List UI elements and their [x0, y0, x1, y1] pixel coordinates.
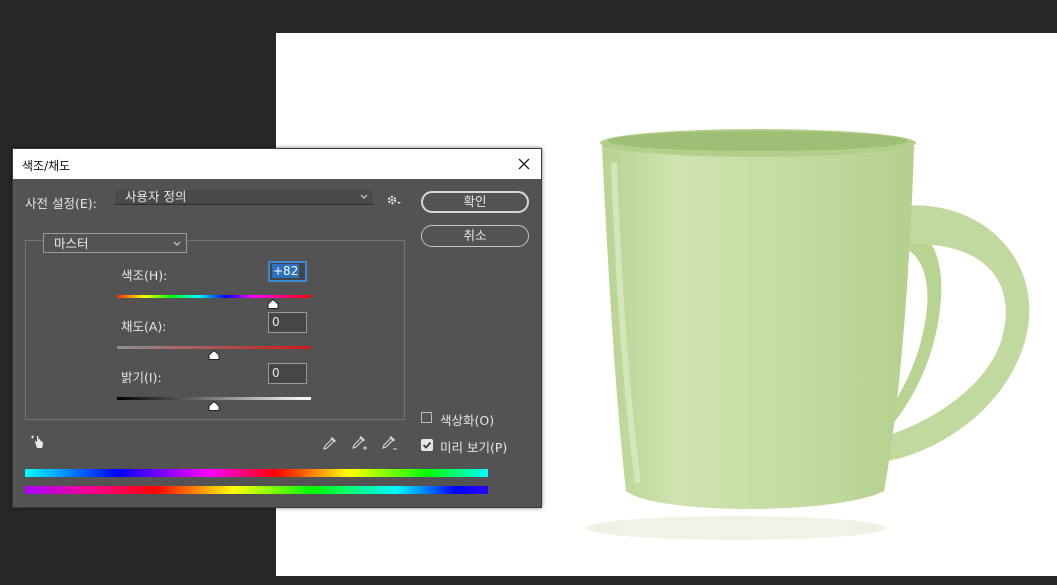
- hue-slider-thumb[interactable]: [267, 299, 279, 309]
- eyedropper-plus-icon[interactable]: [351, 434, 369, 452]
- close-button[interactable]: [513, 153, 535, 175]
- chevron-down-icon: [173, 241, 181, 246]
- preset-value: 사용자 정의: [125, 189, 187, 204]
- adjustment-group: [25, 240, 405, 420]
- hue-input[interactable]: +82: [268, 261, 307, 282]
- chevron-down-icon: [360, 194, 368, 199]
- hue-slider[interactable]: [117, 295, 311, 298]
- output-color-bar: [25, 486, 488, 494]
- lightness-slider-thumb[interactable]: [208, 401, 220, 411]
- gear-icon[interactable]: [386, 194, 402, 206]
- saturation-slider[interactable]: [117, 346, 311, 349]
- eyedropper-icon[interactable]: [321, 434, 339, 452]
- hue-label: 색조(H):: [121, 268, 168, 283]
- ok-button[interactable]: 확인: [421, 191, 529, 213]
- saturation-label: 채도(A):: [121, 319, 167, 334]
- colorize-checkbox[interactable]: [421, 412, 432, 423]
- preview-label: 미리 보기(P): [440, 440, 508, 455]
- input-color-bar: [25, 469, 488, 477]
- dialog-titlebar[interactable]: 색조/채도: [13, 149, 541, 179]
- preview-checkbox[interactable]: [421, 439, 433, 451]
- lightness-slider[interactable]: [117, 397, 311, 400]
- saturation-input[interactable]: 0: [268, 312, 307, 333]
- checkmark-icon: [422, 441, 432, 449]
- dialog-title: 색조/채도: [22, 159, 71, 173]
- cancel-button[interactable]: 취소: [421, 225, 529, 247]
- lightness-input[interactable]: 0: [268, 363, 307, 384]
- close-icon: [518, 158, 530, 170]
- preset-dropdown[interactable]: 사용자 정의: [115, 190, 373, 205]
- colorize-label: 색상화(O): [440, 413, 495, 428]
- saturation-slider-thumb[interactable]: [208, 350, 220, 360]
- channel-value: 마스터: [54, 236, 89, 251]
- channel-dropdown[interactable]: 마스터: [43, 233, 187, 253]
- lightness-label: 밝기(I):: [121, 370, 162, 385]
- hand-target-icon[interactable]: [30, 432, 48, 450]
- eyedropper-minus-icon[interactable]: [381, 434, 399, 452]
- hue-saturation-dialog: 색조/채도 사전 설정(E): 사용자 정의 확인 취소 마스터 색조(H): …: [12, 148, 542, 508]
- preset-label: 사전 설정(E):: [25, 196, 97, 211]
